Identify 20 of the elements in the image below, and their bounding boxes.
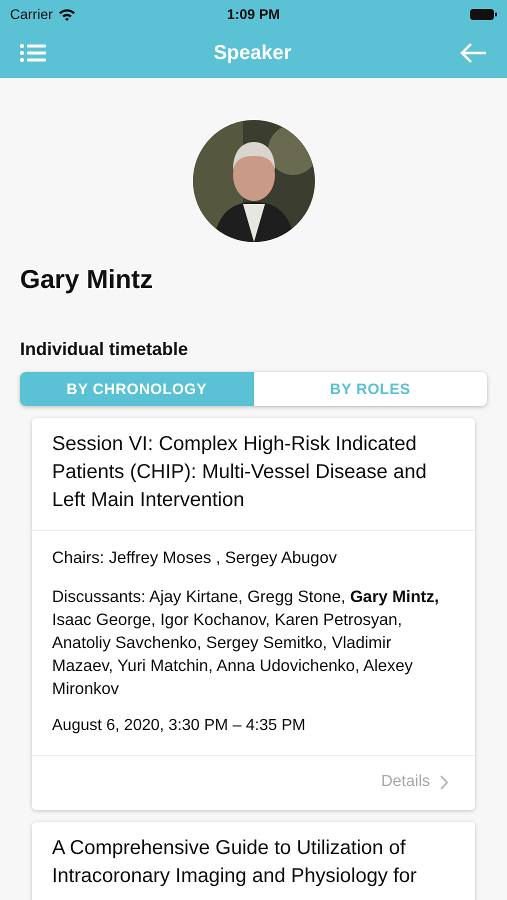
carrier-label: Carrier <box>10 6 53 22</box>
session-card[interactable] <box>32 418 475 810</box>
chevron-icon <box>440 774 449 790</box>
session-chairs: Chairs: Jeffrey Moses , Sergey Abugov <box>51 548 338 569</box>
details-link[interactable]: Details <box>375 772 455 792</box>
session-card[interactable]: A Comprehensive Guide to Utilization of Intracoronary Imaging and Physiology for <box>32 822 475 900</box>
back-icon[interactable] <box>459 42 487 64</box>
screen-title: Speaker <box>214 42 292 64</box>
session-discussants: Discussants: Ajay Kirtane, Gregg Stone, Gary Mintz, Isaac George, Igor Kochanov, Karen Petrosyan, Anatoliy Savchenko, Sergey Semitko, Vladimir Mazaev, Yuri Matchin, Anna Udovichenko, Alexey Mironkov <box>51 587 440 700</box>
session-time: August 6, 2020, 3:30 PM – 4:35 PM <box>51 717 306 735</box>
section-title: Individual timetable <box>20 339 190 360</box>
tab[interactable]: BY ROLES <box>254 372 487 406</box>
session-title: Session VI: Complex High-Risk Indicated Patients (CHIP): Multi-Vessel Disease and Left Main Intervention <box>52 433 427 511</box>
menu-icon[interactable] <box>20 44 46 62</box>
speaker-name: Gary Mintz <box>20 264 154 295</box>
status-time: 1:09 PM <box>227 6 280 22</box>
wifi-icon <box>58 8 76 20</box>
session-title: A Comprehensive Guide to Utilization of Intracoronary Imaging and Physiology for <box>52 837 417 887</box>
tab[interactable]: BY CHRONOLOGY <box>20 372 254 406</box>
battery-icon <box>470 8 497 20</box>
